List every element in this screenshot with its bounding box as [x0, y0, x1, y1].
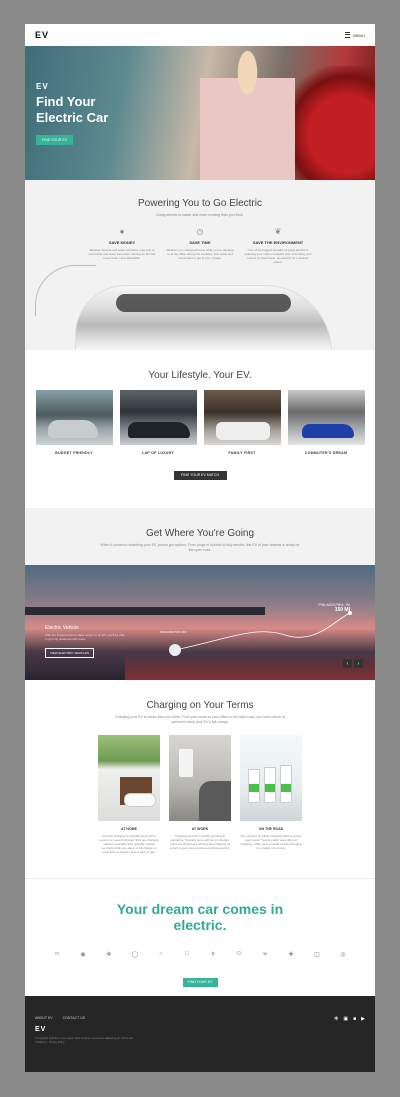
audi-logo-icon[interactable]: ∞: [51, 950, 63, 958]
map-info-desc: With the longest best-in-class range for…: [45, 633, 125, 641]
footer: ABOUT EV CONTACT US EV © Copyright 2019 …: [25, 996, 375, 1072]
twitter-icon[interactable]: ✻: [334, 1016, 338, 1022]
lifestyle-section: Your Lifestyle. Your EV. BUDGET FRIENDLY…: [25, 350, 375, 508]
lifestyle-card-image: [287, 390, 365, 445]
footer-link-about[interactable]: ABOUT EV: [35, 1016, 53, 1020]
hamburger-icon: [345, 32, 351, 38]
youtube-icon[interactable]: ▶: [361, 1016, 365, 1022]
hero: EV Find Your Electric Car FIND YOUR EV: [25, 46, 375, 180]
where-section: Get Where You're Going When it comes to …: [25, 508, 375, 680]
page: EV MENU EV Find Your Electric Car FIND Y…: [25, 24, 375, 1072]
hero-title: Find Your Electric Car: [36, 94, 109, 125]
where-subtitle: When it comes to switching your EV, you'…: [100, 543, 300, 552]
piggy-bank-icon: ●: [119, 227, 125, 236]
route-miles: 150 MI: [334, 607, 350, 613]
benefit-desc: Between federal and state incentives, lo…: [88, 248, 156, 260]
charging-card-desc: Charging at work is quickly growing in p…: [169, 834, 231, 850]
lifestyle-card-caption: LAP OF LUXURY: [142, 451, 174, 455]
charging-card-title: ON THE ROAD: [258, 827, 284, 831]
charging-card: ON THE ROAD The number of public chargin…: [240, 735, 302, 854]
lifestyle-card[interactable]: LAP OF LUXURY: [119, 390, 197, 455]
leaf-icon: ❦: [274, 227, 282, 236]
lifestyle-card-caption: FAMILY FIRST: [228, 451, 256, 455]
lifestyle-card-image: [119, 390, 197, 445]
dream-title: Your dream car comes in electric.: [116, 901, 284, 933]
porsche-logo-icon[interactable]: ◫: [311, 950, 323, 958]
footer-link-contact[interactable]: CONTACT US: [63, 1016, 85, 1020]
brand-logos: ∞ ◉ ❖ ◯ ○ □ ✝ ⬭ ✳ ✚ ◫ ◎: [25, 950, 375, 958]
map-info-title: Electric Vehicle: [45, 625, 79, 631]
work-charging-image: [169, 735, 231, 821]
power-title: Powering You to Go Electric: [138, 198, 262, 209]
hero-cta-button[interactable]: FIND YOUR EV: [36, 135, 73, 145]
dream-section: Your dream car comes in electric. ∞ ◉ ❖ …: [25, 878, 375, 1001]
find-ev-match-button[interactable]: FIND YOUR EV MATCH: [173, 471, 227, 480]
charging-section: Charging on Your Terms Charging your EV …: [25, 680, 375, 878]
lifestyle-card-image: [35, 390, 113, 445]
charging-card-title: AT WORK: [191, 827, 209, 831]
dream-cta-button[interactable]: FIND YOUR EV: [182, 978, 218, 987]
clock-icon: ◷: [196, 227, 204, 236]
ford-logo-icon[interactable]: ⬭: [233, 950, 245, 958]
prev-arrow-icon[interactable]: ‹: [343, 659, 352, 668]
benefit-save-time: ◷ SAVE TIME Whether you charge at home w…: [165, 227, 235, 264]
road-charging-image: [240, 735, 302, 821]
benefit-save-money: ● SAVE MONEY Between federal and state i…: [87, 227, 157, 264]
next-arrow-icon[interactable]: ›: [354, 659, 363, 668]
destination-label: PHILADELPHIA, PA 150 MI: [319, 603, 350, 613]
mini-logo-icon[interactable]: ○: [155, 950, 167, 958]
lifestyle-card-image: [203, 390, 281, 445]
facebook-icon[interactable]: ■: [353, 1016, 356, 1022]
cadillac-logo-icon[interactable]: ❖: [103, 950, 115, 958]
lifestyle-card-caption: COMMUTER'S DREAM: [304, 451, 348, 455]
car-top-image: [75, 285, 332, 350]
benefit-desc: One of the biggest benefits of going ele…: [244, 248, 312, 264]
menu-label: MENU: [353, 32, 365, 38]
mercedes-logo-icon[interactable]: ✳: [259, 950, 271, 958]
hyundai-logo-icon[interactable]: ◎: [337, 950, 349, 958]
charging-card-desc: The number of public charging stations g…: [240, 834, 302, 850]
charging-card: AT WORK Charging at work is quickly grow…: [169, 735, 231, 854]
tesla-logo-icon[interactable]: ✝: [207, 950, 219, 958]
vw-logo-icon[interactable]: ◯: [129, 950, 141, 958]
footer-logo[interactable]: EV: [35, 1026, 46, 1033]
honda-logo-icon[interactable]: □: [181, 950, 193, 958]
view-ev-button[interactable]: VIEW ELECTRIC VEHICLES: [45, 648, 95, 658]
charging-card: AT HOME At home charging is typically do…: [98, 735, 160, 854]
menu-button[interactable]: MENU: [345, 32, 365, 38]
lifestyle-card[interactable]: COMMUTER'S DREAM: [287, 390, 365, 455]
logo[interactable]: EV: [35, 30, 49, 40]
header: EV MENU: [25, 24, 375, 46]
benefit-title: SAVE MONEY: [108, 240, 136, 245]
benefit-desc: Whether you charge at home while you're …: [166, 248, 234, 260]
footer-copyright: © Copyright 2019 EV. Lorem ipsum dolor s…: [35, 1037, 133, 1044]
benefit-title: SAVE THE ENVIRONMENT: [252, 240, 304, 245]
lifestyle-title: Your Lifestyle. Your EV.: [148, 370, 252, 381]
bmw-logo-icon[interactable]: ◉: [77, 950, 89, 958]
hero-logo: EV: [36, 82, 49, 91]
charging-subtitle: Charging your EV is easier than you thin…: [115, 715, 285, 724]
power-section: Powering You to Go Electric Going electr…: [25, 180, 375, 350]
social-icons: ✻ ▣ ■ ▶: [334, 1016, 365, 1022]
lifestyle-card[interactable]: BUDGET FRIENDLY: [35, 390, 113, 455]
power-subtitle: Going electric is easier and more exciti…: [156, 213, 244, 217]
map-info-box: Electric Vehicle With the longest best-i…: [45, 625, 125, 659]
charging-card-title: AT HOME: [121, 827, 137, 831]
lifestyle-card[interactable]: FAMILY FIRST: [203, 390, 281, 455]
origin-label: WASHINGTON, DC: [160, 630, 187, 634]
chevy-logo-icon[interactable]: ✚: [285, 950, 297, 958]
route-line: [169, 611, 352, 656]
charging-title: Charging on Your Terms: [146, 700, 254, 711]
lifestyle-card-caption: BUDGET FRIENDLY: [55, 451, 93, 455]
charging-card-desc: At home charging is typically done with …: [99, 834, 159, 854]
where-title: Get Where You're Going: [145, 528, 255, 539]
hero-person-image: [200, 46, 295, 180]
home-charging-image: [98, 735, 160, 821]
route-map: PHILADELPHIA, PA 150 MI WASHINGTON, DC E…: [25, 565, 375, 680]
linkedin-icon[interactable]: ▣: [343, 1016, 348, 1022]
benefit-save-environment: ❦ SAVE THE ENVIRONMENT One of the bigges…: [243, 227, 313, 264]
benefit-title: SAVE TIME: [189, 240, 211, 245]
